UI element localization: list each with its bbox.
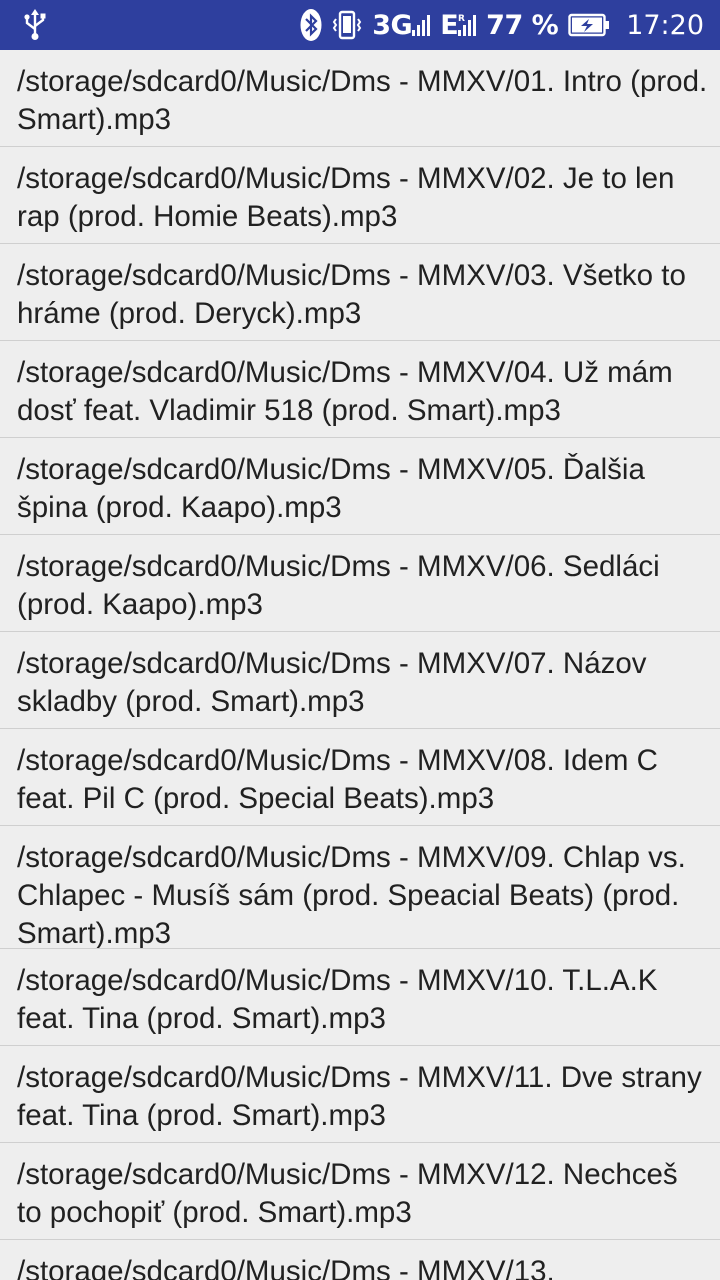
vibrate-icon (332, 9, 362, 41)
svg-text:R: R (458, 14, 465, 24)
usb-icon (22, 9, 48, 41)
signal-3g-icon: 3G (372, 9, 431, 41)
file-list[interactable]: /storage/sdcard0/Music/Dms - MMXV/01. In… (0, 50, 720, 1280)
roaming-type-label: E (440, 9, 459, 41)
list-item[interactable]: /storage/sdcard0/Music/Dms - MMXV/13. (0, 1240, 720, 1280)
list-item[interactable]: /storage/sdcard0/Music/Dms - MMXV/08. Id… (0, 729, 720, 826)
status-bar: 3G E R 77 % 17:20 (0, 0, 720, 50)
list-item[interactable]: /storage/sdcard0/Music/Dms - MMXV/02. Je… (0, 147, 720, 244)
clock: 17:20 (626, 9, 704, 41)
list-item[interactable]: /storage/sdcard0/Music/Dms - MMXV/09. Ch… (0, 826, 720, 949)
list-item[interactable]: /storage/sdcard0/Music/Dms - MMXV/11. Dv… (0, 1046, 720, 1143)
network-type-label: 3G (372, 9, 413, 41)
list-item[interactable]: /storage/sdcard0/Music/Dms - MMXV/12. Ne… (0, 1143, 720, 1240)
list-item[interactable]: /storage/sdcard0/Music/Dms - MMXV/04. Už… (0, 341, 720, 438)
bluetooth-icon (300, 8, 322, 42)
battery-charging-icon (568, 13, 610, 37)
signal-e-icon: E R (440, 9, 477, 41)
battery-percent: 77 % (486, 9, 559, 41)
list-item[interactable]: /storage/sdcard0/Music/Dms - MMXV/01. In… (0, 50, 720, 147)
list-item[interactable]: /storage/sdcard0/Music/Dms - MMXV/03. Vš… (0, 244, 720, 341)
list-item[interactable]: /storage/sdcard0/Music/Dms - MMXV/10. T.… (0, 949, 720, 1046)
list-item[interactable]: /storage/sdcard0/Music/Dms - MMXV/07. Ná… (0, 632, 720, 729)
list-item[interactable]: /storage/sdcard0/Music/Dms - MMXV/06. Se… (0, 535, 720, 632)
list-item[interactable]: /storage/sdcard0/Music/Dms - MMXV/05. Ďa… (0, 438, 720, 535)
